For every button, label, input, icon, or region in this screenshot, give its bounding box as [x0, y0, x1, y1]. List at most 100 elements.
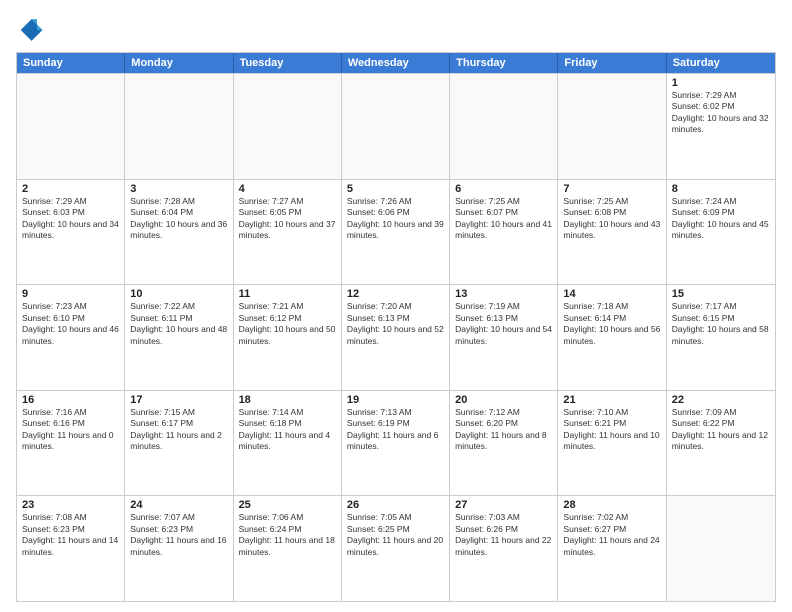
calendar-header-tuesday: Tuesday	[234, 53, 342, 73]
day-number: 8	[672, 183, 770, 195]
calendar-body: 1Sunrise: 7:29 AM Sunset: 6:02 PM Daylig…	[17, 73, 775, 601]
calendar-cell: 10Sunrise: 7:22 AM Sunset: 6:11 PM Dayli…	[125, 285, 233, 390]
calendar-header-friday: Friday	[558, 53, 666, 73]
calendar-row-0: 1Sunrise: 7:29 AM Sunset: 6:02 PM Daylig…	[17, 73, 775, 179]
day-number: 17	[130, 394, 227, 406]
calendar-cell: 17Sunrise: 7:15 AM Sunset: 6:17 PM Dayli…	[125, 391, 233, 496]
day-info: Sunrise: 7:09 AM Sunset: 6:22 PM Dayligh…	[672, 407, 770, 453]
day-number: 6	[455, 183, 552, 195]
day-info: Sunrise: 7:23 AM Sunset: 6:10 PM Dayligh…	[22, 301, 119, 347]
calendar-cell	[667, 496, 775, 601]
calendar-cell: 25Sunrise: 7:06 AM Sunset: 6:24 PM Dayli…	[234, 496, 342, 601]
calendar-row-2: 9Sunrise: 7:23 AM Sunset: 6:10 PM Daylig…	[17, 284, 775, 390]
day-number: 9	[22, 288, 119, 300]
day-number: 11	[239, 288, 336, 300]
day-info: Sunrise: 7:27 AM Sunset: 6:05 PM Dayligh…	[239, 196, 336, 242]
day-number: 7	[563, 183, 660, 195]
day-number: 25	[239, 499, 336, 511]
calendar-header-thursday: Thursday	[450, 53, 558, 73]
calendar: SundayMondayTuesdayWednesdayThursdayFrid…	[16, 52, 776, 602]
day-number: 16	[22, 394, 119, 406]
day-info: Sunrise: 7:20 AM Sunset: 6:13 PM Dayligh…	[347, 301, 444, 347]
day-info: Sunrise: 7:25 AM Sunset: 6:07 PM Dayligh…	[455, 196, 552, 242]
day-info: Sunrise: 7:12 AM Sunset: 6:20 PM Dayligh…	[455, 407, 552, 453]
calendar-cell: 21Sunrise: 7:10 AM Sunset: 6:21 PM Dayli…	[558, 391, 666, 496]
calendar-cell: 4Sunrise: 7:27 AM Sunset: 6:05 PM Daylig…	[234, 180, 342, 285]
day-number: 3	[130, 183, 227, 195]
day-info: Sunrise: 7:14 AM Sunset: 6:18 PM Dayligh…	[239, 407, 336, 453]
calendar-header-saturday: Saturday	[667, 53, 775, 73]
calendar-cell: 16Sunrise: 7:16 AM Sunset: 6:16 PM Dayli…	[17, 391, 125, 496]
day-number: 19	[347, 394, 444, 406]
day-info: Sunrise: 7:22 AM Sunset: 6:11 PM Dayligh…	[130, 301, 227, 347]
day-info: Sunrise: 7:05 AM Sunset: 6:25 PM Dayligh…	[347, 512, 444, 558]
day-info: Sunrise: 7:16 AM Sunset: 6:16 PM Dayligh…	[22, 407, 119, 453]
calendar-cell: 13Sunrise: 7:19 AM Sunset: 6:13 PM Dayli…	[450, 285, 558, 390]
calendar-cell: 15Sunrise: 7:17 AM Sunset: 6:15 PM Dayli…	[667, 285, 775, 390]
day-info: Sunrise: 7:17 AM Sunset: 6:15 PM Dayligh…	[672, 301, 770, 347]
calendar-cell: 11Sunrise: 7:21 AM Sunset: 6:12 PM Dayli…	[234, 285, 342, 390]
calendar-cell: 8Sunrise: 7:24 AM Sunset: 6:09 PM Daylig…	[667, 180, 775, 285]
day-info: Sunrise: 7:29 AM Sunset: 6:03 PM Dayligh…	[22, 196, 119, 242]
day-number: 13	[455, 288, 552, 300]
day-info: Sunrise: 7:10 AM Sunset: 6:21 PM Dayligh…	[563, 407, 660, 453]
header	[16, 16, 776, 44]
day-info: Sunrise: 7:13 AM Sunset: 6:19 PM Dayligh…	[347, 407, 444, 453]
calendar-header-sunday: Sunday	[17, 53, 125, 73]
calendar-cell: 24Sunrise: 7:07 AM Sunset: 6:23 PM Dayli…	[125, 496, 233, 601]
calendar-cell: 22Sunrise: 7:09 AM Sunset: 6:22 PM Dayli…	[667, 391, 775, 496]
calendar-cell	[234, 74, 342, 179]
calendar-cell: 23Sunrise: 7:08 AM Sunset: 6:23 PM Dayli…	[17, 496, 125, 601]
day-number: 27	[455, 499, 552, 511]
day-number: 12	[347, 288, 444, 300]
page: SundayMondayTuesdayWednesdayThursdayFrid…	[0, 0, 792, 612]
calendar-cell: 18Sunrise: 7:14 AM Sunset: 6:18 PM Dayli…	[234, 391, 342, 496]
calendar-cell: 12Sunrise: 7:20 AM Sunset: 6:13 PM Dayli…	[342, 285, 450, 390]
calendar-cell	[558, 74, 666, 179]
day-number: 28	[563, 499, 660, 511]
day-number: 15	[672, 288, 770, 300]
day-info: Sunrise: 7:25 AM Sunset: 6:08 PM Dayligh…	[563, 196, 660, 242]
day-number: 14	[563, 288, 660, 300]
calendar-cell: 7Sunrise: 7:25 AM Sunset: 6:08 PM Daylig…	[558, 180, 666, 285]
day-info: Sunrise: 7:02 AM Sunset: 6:27 PM Dayligh…	[563, 512, 660, 558]
calendar-cell	[450, 74, 558, 179]
day-info: Sunrise: 7:26 AM Sunset: 6:06 PM Dayligh…	[347, 196, 444, 242]
calendar-cell: 14Sunrise: 7:18 AM Sunset: 6:14 PM Dayli…	[558, 285, 666, 390]
day-info: Sunrise: 7:08 AM Sunset: 6:23 PM Dayligh…	[22, 512, 119, 558]
calendar-cell	[125, 74, 233, 179]
day-number: 18	[239, 394, 336, 406]
calendar-cell: 20Sunrise: 7:12 AM Sunset: 6:20 PM Dayli…	[450, 391, 558, 496]
calendar-cell: 26Sunrise: 7:05 AM Sunset: 6:25 PM Dayli…	[342, 496, 450, 601]
day-number: 23	[22, 499, 119, 511]
day-info: Sunrise: 7:03 AM Sunset: 6:26 PM Dayligh…	[455, 512, 552, 558]
calendar-header-wednesday: Wednesday	[342, 53, 450, 73]
calendar-cell: 2Sunrise: 7:29 AM Sunset: 6:03 PM Daylig…	[17, 180, 125, 285]
day-number: 10	[130, 288, 227, 300]
day-number: 21	[563, 394, 660, 406]
calendar-cell: 27Sunrise: 7:03 AM Sunset: 6:26 PM Dayli…	[450, 496, 558, 601]
day-info: Sunrise: 7:07 AM Sunset: 6:23 PM Dayligh…	[130, 512, 227, 558]
day-number: 5	[347, 183, 444, 195]
calendar-row-4: 23Sunrise: 7:08 AM Sunset: 6:23 PM Dayli…	[17, 495, 775, 601]
day-number: 22	[672, 394, 770, 406]
day-number: 4	[239, 183, 336, 195]
calendar-header: SundayMondayTuesdayWednesdayThursdayFrid…	[17, 53, 775, 73]
calendar-cell	[17, 74, 125, 179]
day-info: Sunrise: 7:29 AM Sunset: 6:02 PM Dayligh…	[672, 90, 770, 136]
calendar-row-3: 16Sunrise: 7:16 AM Sunset: 6:16 PM Dayli…	[17, 390, 775, 496]
calendar-cell: 19Sunrise: 7:13 AM Sunset: 6:19 PM Dayli…	[342, 391, 450, 496]
day-info: Sunrise: 7:21 AM Sunset: 6:12 PM Dayligh…	[239, 301, 336, 347]
day-info: Sunrise: 7:28 AM Sunset: 6:04 PM Dayligh…	[130, 196, 227, 242]
day-number: 1	[672, 77, 770, 89]
calendar-row-1: 2Sunrise: 7:29 AM Sunset: 6:03 PM Daylig…	[17, 179, 775, 285]
calendar-cell: 1Sunrise: 7:29 AM Sunset: 6:02 PM Daylig…	[667, 74, 775, 179]
calendar-cell: 3Sunrise: 7:28 AM Sunset: 6:04 PM Daylig…	[125, 180, 233, 285]
day-number: 26	[347, 499, 444, 511]
day-number: 2	[22, 183, 119, 195]
calendar-cell: 6Sunrise: 7:25 AM Sunset: 6:07 PM Daylig…	[450, 180, 558, 285]
calendar-header-monday: Monday	[125, 53, 233, 73]
calendar-cell: 9Sunrise: 7:23 AM Sunset: 6:10 PM Daylig…	[17, 285, 125, 390]
calendar-cell: 28Sunrise: 7:02 AM Sunset: 6:27 PM Dayli…	[558, 496, 666, 601]
logo	[16, 16, 48, 44]
